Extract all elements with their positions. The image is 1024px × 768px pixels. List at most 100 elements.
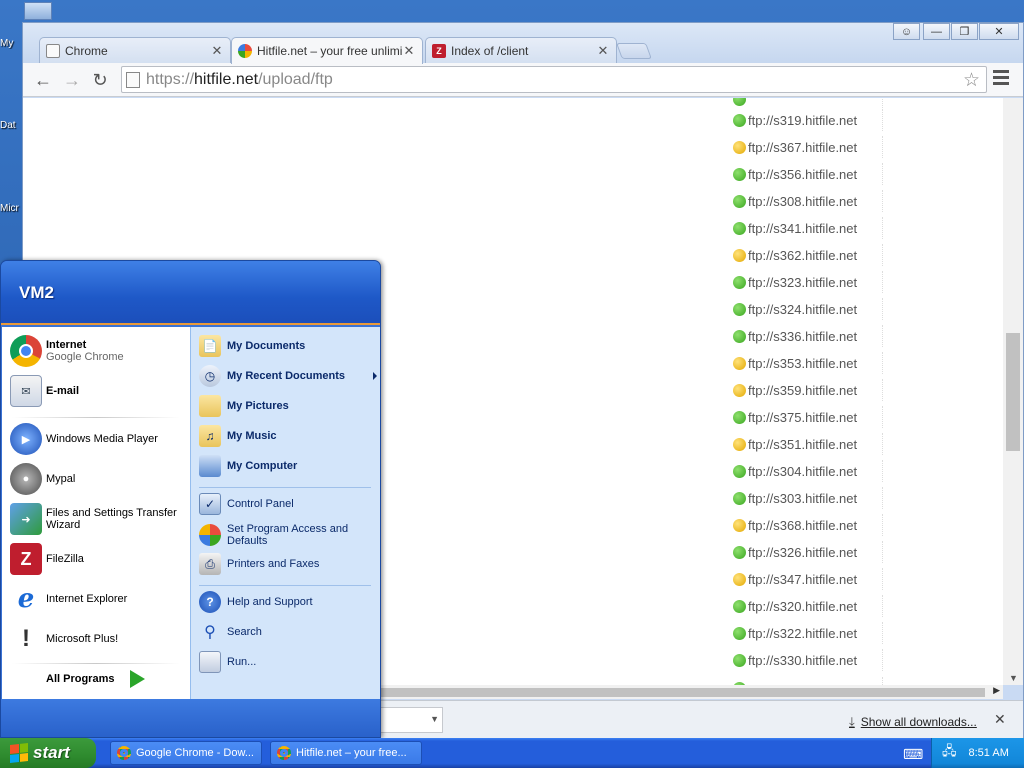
new-tab-button[interactable] bbox=[616, 43, 652, 59]
mypal-icon: ● bbox=[10, 463, 42, 495]
close-icon[interactable]: ✕ bbox=[994, 711, 1006, 728]
vertical-scrollbar[interactable]: ▼ bbox=[1003, 98, 1023, 685]
place-label: My Recent Documents bbox=[227, 370, 345, 382]
tab-title: Hitfile.net – your free unlimit bbox=[257, 44, 402, 58]
bookmark-star-icon[interactable]: ☆ bbox=[963, 69, 980, 92]
chrome-icon bbox=[117, 746, 131, 760]
tab-hitfile[interactable]: Hitfile.net – your free unlimit ✕ bbox=[231, 37, 423, 64]
program-windows-media-player[interactable]: ▶ Windows Media Player bbox=[10, 423, 186, 455]
system-program-access[interactable]: Set Program Access and Defaults bbox=[199, 523, 377, 547]
clock[interactable]: 8:51 AM bbox=[969, 747, 1009, 759]
user-name: VM2 bbox=[19, 283, 54, 302]
close-icon[interactable]: ✕ bbox=[210, 43, 224, 59]
place-my-computer[interactable]: My Computer bbox=[199, 455, 377, 477]
server-name: ftp://s351.hitfile.net bbox=[748, 436, 858, 452]
program-microsoft-plus[interactable]: ! Microsoft Plus! bbox=[10, 623, 186, 655]
place-my-pictures[interactable]: My Pictures bbox=[199, 395, 377, 417]
server-name: ftp://s322.hitfile.net bbox=[748, 625, 858, 641]
desktop-icon-label[interactable]: Dat bbox=[0, 120, 22, 131]
url-text: https://hitfile.net/upload/ftp bbox=[146, 70, 333, 88]
taskbar-button-label: Google Chrome - Dow... bbox=[136, 747, 254, 759]
restore-icon[interactable]: ❐ bbox=[951, 23, 978, 40]
pinned-internet[interactable]: Internet Google Chrome bbox=[10, 335, 186, 367]
back-icon[interactable]: ← bbox=[31, 68, 55, 92]
status-green-icon bbox=[733, 599, 746, 613]
place-my-documents[interactable]: 📄 My Documents bbox=[199, 335, 377, 357]
system-control-panel[interactable]: ✓ Control Panel bbox=[199, 493, 377, 515]
taskbar-button-hitfile[interactable]: Hitfile.net – your free... bbox=[270, 741, 422, 765]
status-green-icon bbox=[733, 626, 746, 640]
run-item[interactable]: Run... bbox=[199, 651, 377, 673]
scroll-down-icon[interactable]: ▼ bbox=[1009, 673, 1018, 683]
server-name: ftp://s356.hitfile.net bbox=[748, 166, 858, 182]
program-transfer-wizard[interactable]: ➜ Files and Settings Transfer Wizard bbox=[10, 503, 186, 535]
desktop-icon-image[interactable] bbox=[24, 2, 52, 20]
server-item: ftp://s324.hitfile.net bbox=[733, 298, 883, 320]
program-filezilla[interactable]: Z FileZilla bbox=[10, 543, 186, 575]
scrollbar-thumb[interactable] bbox=[1006, 333, 1020, 451]
status-green-icon bbox=[733, 113, 746, 127]
server-item: ftp://s353.hitfile.net bbox=[733, 352, 883, 374]
place-label: My Music bbox=[227, 430, 277, 442]
server-item: ftp://s341.hitfile.net bbox=[733, 217, 883, 239]
server-item: ftp://s323.hitfile.net bbox=[733, 271, 883, 293]
taskbar-button-label: Hitfile.net – your free... bbox=[296, 747, 407, 759]
pinned-title: Internet bbox=[46, 339, 87, 351]
system-printers-faxes[interactable]: ⎙ Printers and Faxes bbox=[199, 553, 377, 575]
show-all-downloads-link[interactable]: ⤓ Show all downloads... bbox=[849, 714, 977, 730]
help-and-support[interactable]: ? Help and Support bbox=[199, 591, 377, 613]
desktop-icon-label[interactable]: My bbox=[0, 38, 22, 49]
separator bbox=[12, 417, 180, 418]
place-my-recent-documents[interactable]: ◷ My Recent Documents bbox=[199, 365, 377, 387]
taskbar-button-chrome-downloads[interactable]: Google Chrome - Dow... bbox=[110, 741, 262, 765]
scroll-right-icon[interactable]: ▶ bbox=[993, 685, 1000, 696]
close-window-icon[interactable]: ✕ bbox=[979, 23, 1019, 40]
status-yellow-icon bbox=[733, 437, 746, 451]
submenu-arrow-icon bbox=[373, 372, 377, 380]
keyboard-icon[interactable]: ⌨ bbox=[903, 746, 923, 763]
taskbar: start Google Chrome - Dow... Hitfile.net… bbox=[0, 738, 1024, 768]
place-my-music[interactable]: ♫ My Music bbox=[199, 425, 377, 447]
status-green-icon bbox=[733, 302, 746, 316]
server-item: ftp://s368.hitfile.net bbox=[733, 514, 883, 536]
minimize-icon[interactable]: — bbox=[923, 23, 950, 40]
server-item: ftp://s336.hitfile.net bbox=[733, 325, 883, 347]
status-green-icon bbox=[733, 464, 746, 478]
tab-chrome[interactable]: Chrome ✕ bbox=[39, 37, 231, 63]
network-icon[interactable]: 🖧 bbox=[942, 742, 957, 764]
tab-index-client[interactable]: Z Index of /client ✕ bbox=[425, 37, 617, 63]
server-item: ftp://s367.hitfile.net bbox=[733, 136, 883, 158]
start-menu-header: VM2 bbox=[1, 261, 380, 325]
server-name: ftp://s303.hitfile.net bbox=[748, 490, 858, 506]
close-icon[interactable]: ✕ bbox=[596, 43, 610, 59]
system-label: Printers and Faxes bbox=[227, 558, 320, 570]
server-name: ftp://s304.hitfile.net bbox=[748, 463, 858, 479]
microsoft-plus-icon: ! bbox=[22, 625, 30, 652]
desktop-icon-label[interactable]: Micr bbox=[0, 203, 22, 214]
system-tray: 🖧 8:51 AM bbox=[931, 738, 1024, 768]
control-panel-icon: ✓ bbox=[199, 493, 221, 515]
start-button[interactable]: start bbox=[0, 738, 96, 768]
hitfile-icon bbox=[238, 44, 252, 58]
address-bar[interactable]: https://hitfile.net/upload/ftp ☆ bbox=[121, 66, 987, 93]
program-internet-explorer[interactable]: e Internet Explorer bbox=[10, 583, 186, 615]
status-green-icon bbox=[733, 194, 746, 208]
status-green-icon bbox=[733, 653, 746, 667]
computer-icon bbox=[199, 455, 221, 477]
all-programs-button[interactable]: All Programs bbox=[46, 670, 146, 688]
forward-icon[interactable]: → bbox=[60, 68, 84, 92]
program-label: Files and Settings Transfer Wizard bbox=[46, 507, 177, 531]
green-arrow-icon bbox=[130, 670, 146, 688]
server-item: ftp://s347.hitfile.net bbox=[733, 568, 883, 590]
user-profile-icon[interactable]: ☺ bbox=[893, 23, 920, 40]
close-icon[interactable]: ✕ bbox=[402, 43, 416, 59]
reload-icon[interactable]: ↻ bbox=[88, 68, 112, 92]
program-mypal[interactable]: ● Mypal bbox=[10, 463, 186, 495]
chevron-down-icon[interactable]: ▼ bbox=[430, 714, 439, 724]
folder-documents-icon: 📄 bbox=[199, 335, 221, 357]
status-yellow-icon bbox=[733, 383, 746, 397]
chrome-menu-icon[interactable] bbox=[993, 70, 1009, 88]
search-item[interactable]: ⚲ Search bbox=[199, 621, 377, 643]
status-green-icon bbox=[733, 275, 746, 289]
pinned-email[interactable]: ✉ E-mail bbox=[10, 375, 186, 407]
